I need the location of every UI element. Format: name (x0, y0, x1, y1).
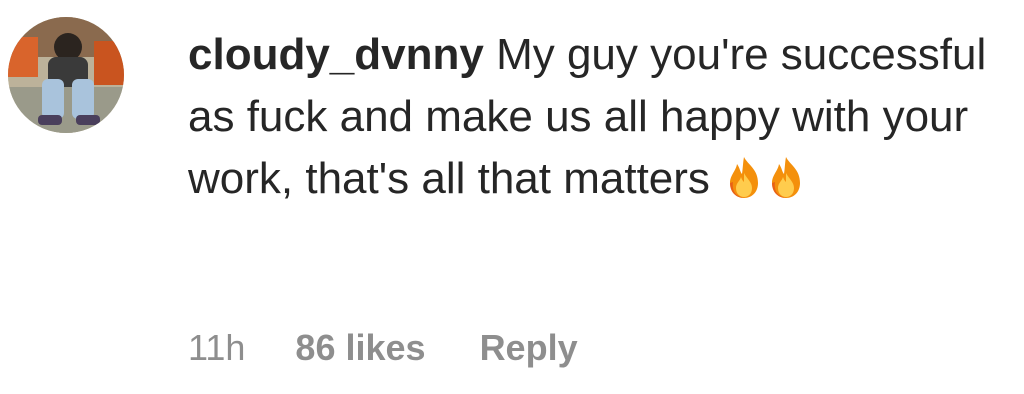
reply-button[interactable]: Reply (480, 326, 578, 370)
avatar-image (8, 17, 124, 133)
timestamp[interactable]: 11h (188, 326, 245, 370)
fire-icon (724, 155, 764, 199)
comment-body: cloudy_dvnny My guy you're successful as… (188, 24, 988, 210)
username-link[interactable]: cloudy_dvnny (188, 30, 484, 79)
avatar[interactable] (8, 17, 124, 133)
likes-count[interactable]: 86 likes (295, 326, 425, 370)
comment: cloudy_dvnny My guy you're successful as… (0, 0, 1024, 394)
fire-icon (766, 155, 806, 199)
comment-meta: 11h 86 likes Reply (188, 326, 578, 370)
